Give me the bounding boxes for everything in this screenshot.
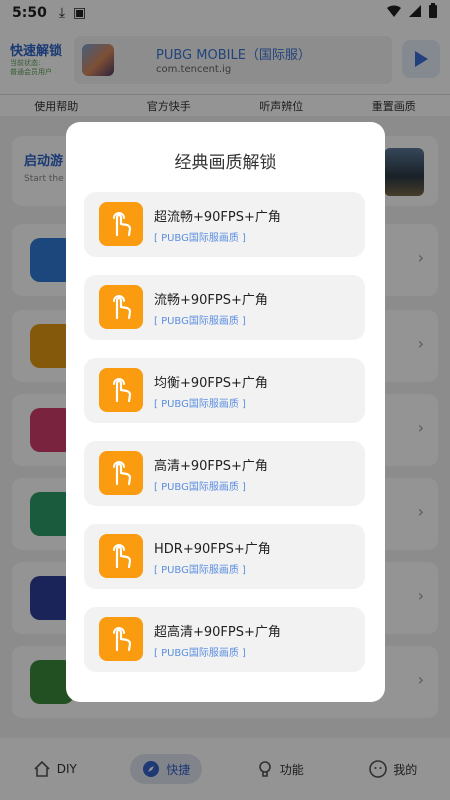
quality-option[interactable]: 流畅+90FPS+广角 [ PUBG国际服画质 ] (84, 275, 365, 340)
quality-option-title: 超高清+90FPS+广角 (154, 625, 281, 640)
quality-option-title: HDR+90FPS+广角 (154, 542, 271, 557)
quality-option[interactable]: 超高清+90FPS+广角 [ PUBG国际服画质 ] (84, 607, 365, 672)
quality-option-title: 流畅+90FPS+广角 (154, 293, 268, 308)
quality-option[interactable]: 超流畅+90FPS+广角 [ PUBG国际服画质 ] (84, 192, 365, 257)
hand-pointer-icon (99, 368, 143, 412)
quality-option[interactable]: HDR+90FPS+广角 [ PUBG国际服画质 ] (84, 524, 365, 589)
quality-option-subtitle: [ PUBG国际服画质 ] (154, 316, 246, 327)
quality-option-title: 超流畅+90FPS+广角 (154, 210, 281, 225)
quality-option[interactable]: 均衡+90FPS+广角 [ PUBG国际服画质 ] (84, 358, 365, 423)
quality-option-subtitle: [ PUBG国际服画质 ] (154, 233, 246, 244)
quality-option-subtitle: [ PUBG国际服画质 ] (154, 648, 246, 659)
dialog-title: 经典画质解锁 (174, 153, 277, 173)
quality-option[interactable]: 高清+90FPS+广角 [ PUBG国际服画质 ] (84, 441, 365, 506)
quality-option-subtitle: [ PUBG国际服画质 ] (154, 482, 246, 493)
hand-pointer-icon (99, 202, 143, 246)
hand-pointer-icon (99, 451, 143, 495)
quality-option-title: 均衡+90FPS+广角 (154, 376, 268, 391)
hand-pointer-icon (99, 617, 143, 661)
hand-pointer-icon (99, 534, 143, 578)
hand-pointer-icon (99, 285, 143, 329)
quality-option-subtitle: [ PUBG国际服画质 ] (154, 565, 246, 576)
quality-unlock-dialog: 经典画质解锁 超流畅+90FPS+广角 [ PUBG国际服画质 ] 流畅+90F… (66, 122, 385, 702)
quality-option-subtitle: [ PUBG国际服画质 ] (154, 399, 246, 410)
quality-option-title: 高清+90FPS+广角 (154, 459, 268, 474)
